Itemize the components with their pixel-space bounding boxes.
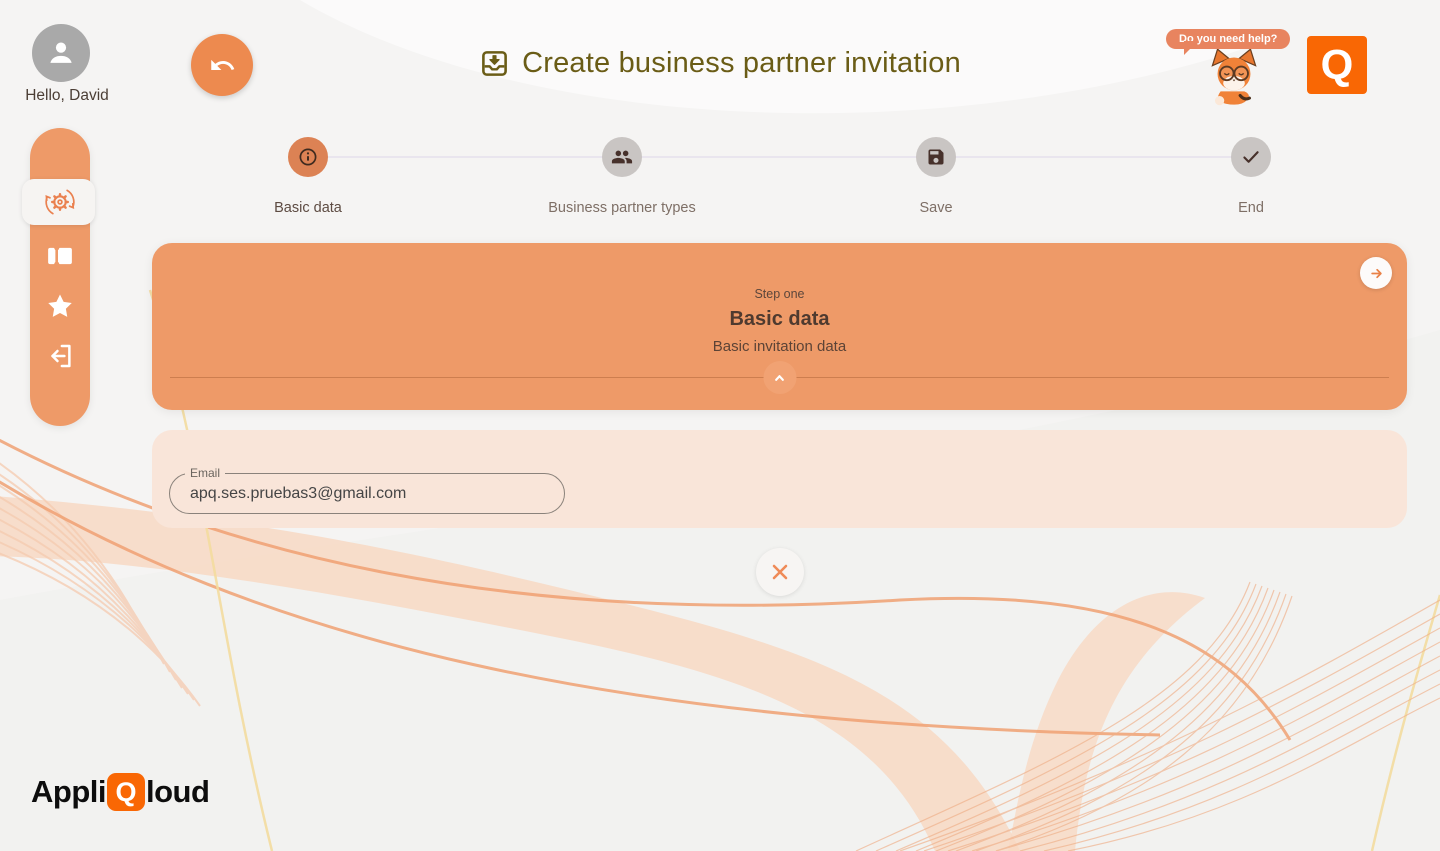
step-label-basic-data: Basic data bbox=[233, 200, 383, 216]
save-box-icon bbox=[479, 48, 510, 79]
save-icon bbox=[926, 147, 946, 167]
back-button[interactable] bbox=[191, 34, 253, 96]
sidebar-item-favorites[interactable] bbox=[30, 282, 90, 330]
stepper-connector bbox=[308, 156, 1251, 158]
brand-q-box: Q bbox=[107, 773, 145, 811]
star-icon bbox=[45, 291, 75, 321]
brand-suffix: loud bbox=[146, 774, 209, 810]
footer-brand-logo: Appli Q loud bbox=[31, 773, 209, 811]
email-field-wrapper: Email bbox=[169, 473, 565, 514]
step-circle-save[interactable] bbox=[916, 137, 956, 177]
page-title: Create business partner invitation bbox=[522, 47, 961, 80]
chevron-up-icon bbox=[770, 368, 790, 388]
brand-letter: Q bbox=[115, 779, 136, 806]
step-card-subtitle: Basic invitation data bbox=[152, 338, 1407, 355]
people-icon bbox=[611, 146, 633, 168]
sidebar-item-tickets[interactable] bbox=[30, 232, 90, 280]
logout-icon bbox=[45, 341, 75, 371]
user-avatar[interactable] bbox=[32, 24, 90, 82]
step-circle-end[interactable] bbox=[1231, 137, 1271, 177]
check-icon bbox=[1240, 146, 1262, 168]
close-button[interactable] bbox=[756, 548, 804, 596]
person-icon bbox=[44, 36, 78, 70]
form-card: Email bbox=[152, 430, 1407, 528]
step-label-business-partner-types: Business partner types bbox=[512, 200, 732, 216]
undo-arrow-icon bbox=[209, 52, 236, 79]
greeting-text: Hello, David bbox=[12, 87, 122, 105]
arrow-right-icon bbox=[1367, 264, 1386, 283]
brand-prefix: Appli bbox=[31, 774, 106, 810]
background-waves bbox=[0, 0, 1440, 851]
email-field-label: Email bbox=[185, 466, 225, 480]
settings-sync-icon bbox=[41, 183, 79, 221]
step-card-step-label: Step one bbox=[152, 287, 1407, 301]
fox-icon bbox=[1198, 46, 1270, 108]
step-circle-business-partner-types[interactable] bbox=[602, 137, 642, 177]
app-logo-letter: Q bbox=[1321, 44, 1354, 86]
step-label-save: Save bbox=[886, 200, 986, 216]
collapse-button[interactable] bbox=[763, 361, 796, 394]
sidebar-item-logout[interactable] bbox=[30, 332, 90, 380]
app-root: Hello, David Create business partner inv… bbox=[0, 0, 1440, 851]
stepper: Basic data Business partner types Save E… bbox=[0, 0, 1440, 851]
info-icon bbox=[296, 145, 320, 169]
next-step-button[interactable] bbox=[1360, 257, 1392, 289]
step-circle-basic-data[interactable] bbox=[288, 137, 328, 177]
step-label-end: End bbox=[1201, 200, 1301, 216]
help-bubble[interactable]: Do you need help? bbox=[1166, 29, 1290, 49]
step-card-title: Basic data bbox=[152, 308, 1407, 331]
fox-mascot[interactable] bbox=[1198, 46, 1270, 113]
email-input[interactable] bbox=[170, 474, 564, 513]
step-card: Step one Basic data Basic invitation dat… bbox=[152, 243, 1407, 410]
sidebar bbox=[30, 128, 90, 426]
ticket-icon bbox=[45, 241, 75, 271]
sidebar-item-settings-sync[interactable] bbox=[30, 178, 90, 226]
close-x-icon bbox=[768, 560, 792, 584]
app-logo: Q bbox=[1307, 36, 1367, 94]
